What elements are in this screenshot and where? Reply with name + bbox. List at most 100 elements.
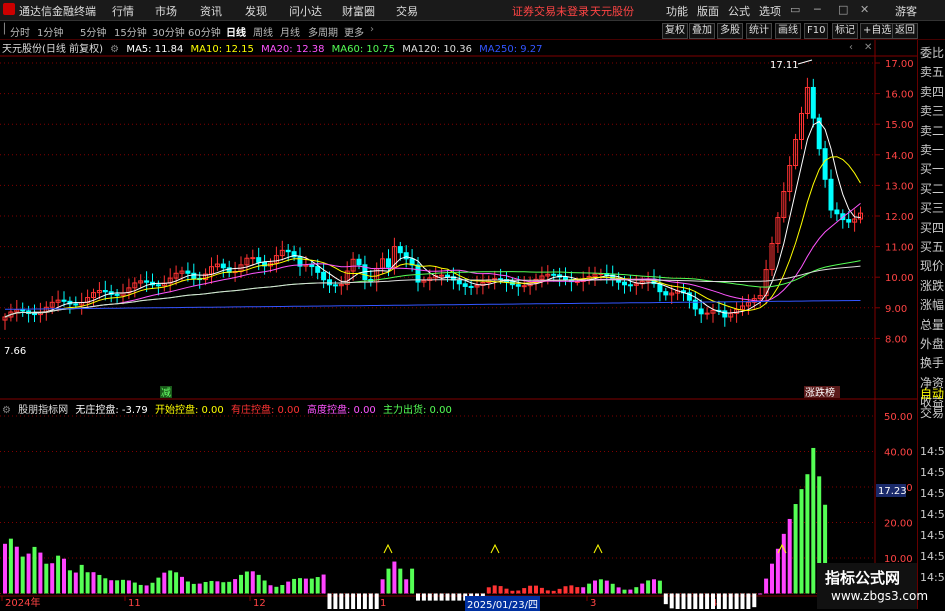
histogram-bar [781, 533, 786, 594]
menu-gongshi[interactable]: 公式 [728, 3, 750, 19]
back-button[interactable]: 返回 [892, 23, 918, 39]
period-30min[interactable]: 30分钟 [152, 24, 185, 39]
trade-label[interactable]: 交易 [920, 404, 945, 421]
quote-field-2: 卖四 [920, 84, 945, 99]
histogram-bar [327, 593, 332, 609]
histogram-bar [811, 447, 816, 594]
login-warning[interactable]: 证券交易未登录 [512, 3, 589, 19]
histogram-bar [775, 548, 780, 594]
period-1min[interactable]: 1分钟 [37, 24, 63, 39]
histogram-bar [79, 564, 84, 594]
window-minimize-icon[interactable]: ─ [814, 3, 821, 16]
menu-wenxiaoda[interactable]: 问小达 [289, 3, 322, 19]
f10-button[interactable]: F10 [804, 23, 829, 39]
period-weekly[interactable]: 周线 [253, 24, 273, 39]
trade-time: 14:56 [920, 487, 945, 500]
ma60-label: MA60: 10.75 [331, 44, 396, 55]
histogram-bar [386, 568, 391, 594]
settings-gear-icon[interactable]: ⚙ [110, 44, 119, 55]
period-multi[interactable]: 多周期 [308, 24, 338, 39]
more-chevron-icon[interactable]: › [370, 24, 374, 35]
candle-body [321, 271, 327, 281]
histogram-bar [593, 580, 597, 594]
histogram-bar [174, 572, 179, 594]
candle-body [722, 310, 728, 318]
menu-jiaoyi[interactable]: 交易 [396, 3, 418, 19]
histogram-bar [457, 593, 462, 601]
histogram-bar [534, 585, 538, 594]
window-maximize-icon[interactable]: □ [838, 3, 848, 16]
price-tick-label: 13.00 [885, 181, 914, 192]
histogram-bar [421, 593, 426, 601]
menu-banmian[interactable]: 版面 [697, 3, 719, 19]
badge-right: 涨跌榜 [805, 386, 835, 399]
histogram-bar [268, 585, 273, 594]
menu-hangqing[interactable]: 行情 [112, 3, 134, 19]
window-close-icon[interactable]: ✕ [860, 3, 869, 16]
histogram-bar [657, 580, 662, 594]
menu-shichang[interactable]: 市场 [155, 3, 177, 19]
histogram-bar [333, 593, 338, 609]
histogram-bar [109, 580, 114, 594]
low-price-label: 7.66 [4, 346, 26, 357]
period-more[interactable]: 更多 [344, 24, 364, 39]
indicator-gear-icon[interactable]: ⚙ [2, 405, 11, 416]
kline-chart[interactable]: 17.00 16.00 15.00 14.00 13.00 12.00 11.00 10.00… [0, 0, 945, 609]
guest-label[interactable]: 游客 [895, 3, 917, 19]
histogram-bar [598, 579, 603, 594]
histogram-bar [73, 572, 78, 594]
chevron-icon[interactable]: ‹ [849, 42, 853, 53]
price-tick-label: 15.00 [885, 120, 914, 131]
date-label: 11 [128, 598, 141, 609]
period-5min[interactable]: 5分钟 [80, 24, 106, 39]
huaxian-button[interactable]: 画线 [775, 23, 801, 39]
histogram-bar [404, 579, 409, 594]
candle-body [627, 284, 633, 287]
candle-body [309, 264, 315, 268]
minimize-icon[interactable]: ▭ [790, 3, 800, 16]
period-60min[interactable]: 60分钟 [188, 24, 221, 39]
trade-time: 14:56 [920, 550, 945, 563]
menu-xuanxiang[interactable]: 选项 [759, 3, 781, 19]
histogram-bar [569, 585, 574, 594]
period-daily[interactable]: 日线 [226, 24, 246, 39]
price-tick-label: 8.00 [885, 334, 907, 345]
histogram-bar [315, 577, 320, 594]
tongji-button[interactable]: 统计 [746, 23, 772, 39]
histogram-bar [622, 589, 627, 594]
histogram-bar [604, 580, 609, 594]
histogram-bar [191, 583, 196, 594]
period-15min[interactable]: 15分钟 [114, 24, 147, 39]
trade-time: 14:56 [920, 571, 945, 584]
period-monthly[interactable]: 月线 [280, 24, 300, 39]
fuquan-button[interactable]: 复权 [662, 23, 688, 39]
histogram-bar [351, 593, 356, 609]
ind-tick-label: 40.00 [884, 448, 913, 459]
peak-marker [490, 543, 500, 554]
menu-gongneng[interactable]: 功能 [666, 3, 688, 19]
biaoji-button[interactable]: 标记 [832, 23, 858, 39]
add-favorite-button[interactable]: +自选 [860, 23, 895, 39]
histogram-bar [711, 593, 715, 609]
histogram-bar [681, 593, 686, 609]
chart-title: 天元股份(日线 前复权) [2, 44, 103, 55]
histogram-bar [292, 578, 297, 594]
duogu-button[interactable]: 多股 [717, 23, 743, 39]
period-fenshi[interactable]: 分时 [10, 24, 30, 39]
histogram-bar [97, 574, 102, 594]
histogram-bar [168, 570, 173, 594]
histogram-bar [8, 538, 13, 594]
histogram-bar [227, 581, 232, 594]
menu-faxian[interactable]: 发现 [245, 3, 267, 19]
histogram-bar [239, 574, 243, 594]
histogram-bar [280, 585, 285, 594]
quote-field-0: 委比 [920, 46, 945, 60]
pane-close-icon[interactable]: ✕ [864, 42, 872, 53]
app-logo-icon [3, 3, 15, 15]
auto-trade-label[interactable]: 自动 [920, 385, 945, 402]
menu-zixun[interactable]: 资讯 [200, 3, 222, 19]
stock-name: 天元股份 [590, 5, 634, 18]
candle-body [439, 274, 445, 277]
menu-caifuquan[interactable]: 财富圈 [342, 3, 375, 19]
diejia-button[interactable]: 叠加 [689, 23, 715, 39]
